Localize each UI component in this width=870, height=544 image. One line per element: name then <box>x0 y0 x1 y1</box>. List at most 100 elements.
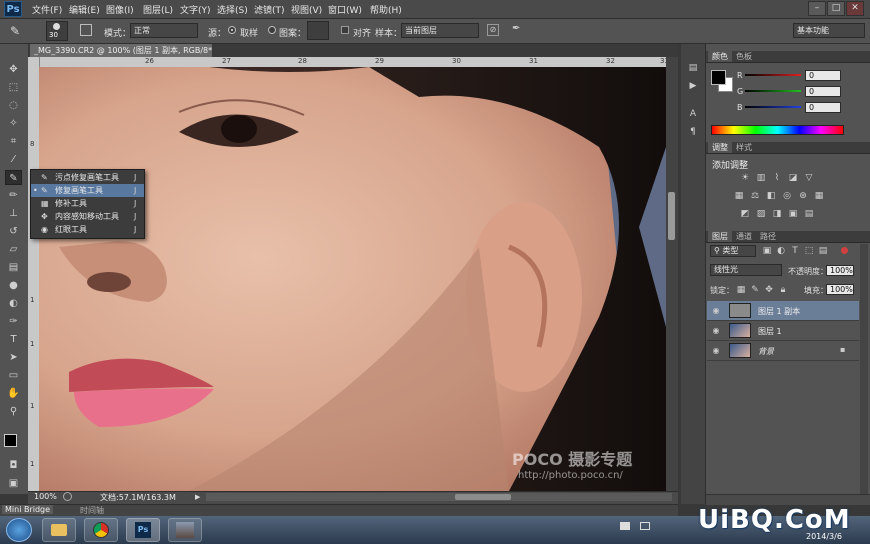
flyout-patch[interactable]: ▦ 修补工具 J <box>31 197 144 210</box>
flyout-red-eye[interactable]: ◉ 红眼工具 J <box>31 223 144 236</box>
menu-window[interactable]: 窗口(W) <box>328 3 362 16</box>
brightness-contrast-icon[interactable]: ☀ <box>740 173 750 183</box>
posterize-icon[interactable]: ▨ <box>756 209 766 219</box>
red-slider[interactable] <box>745 74 801 76</box>
paragraph-panel-icon[interactable]: ¶ <box>686 126 700 138</box>
document-canvas[interactable] <box>39 67 666 491</box>
tab-channels[interactable]: 通道 <box>732 231 756 242</box>
vertical-scroll-thumb[interactable] <box>668 192 675 240</box>
vibrance-icon[interactable]: ▽ <box>804 173 814 183</box>
move-tool-icon[interactable]: ✥ <box>5 62 22 77</box>
blue-slider[interactable] <box>745 106 801 108</box>
clone-stamp-tool-icon[interactable]: ⊥ <box>5 206 22 221</box>
red-value-field[interactable]: 0 <box>805 70 841 81</box>
lasso-tool-icon[interactable]: ◌ <box>5 98 22 113</box>
marquee-tool-icon[interactable]: ⬚ <box>5 80 22 95</box>
aligned-checkbox[interactable] <box>341 26 349 34</box>
lock-all-icon[interactable]: 🔒︎ <box>778 285 788 295</box>
mini-bridge-tab[interactable]: Mini Bridge <box>2 505 54 514</box>
color-lookup-icon[interactable]: ▦ <box>814 191 824 201</box>
flyout-spot-healing-brush[interactable]: ✎ 污点修复画笔工具 J <box>31 171 144 184</box>
visibility-eye-icon[interactable]: ◉ <box>711 341 721 360</box>
hue-saturation-icon[interactable]: ▦ <box>734 191 744 201</box>
brush-panel-toggle-icon[interactable] <box>80 24 92 36</box>
menu-image[interactable]: 图像(I) <box>106 3 134 16</box>
quick-mask-icon[interactable]: ◘ <box>5 458 22 473</box>
chrome-taskbar-button[interactable] <box>84 518 118 542</box>
explorer-taskbar-button[interactable] <box>42 518 76 542</box>
rectangle-tool-icon[interactable]: ▭ <box>5 368 22 383</box>
horizontal-scroll-thumb[interactable] <box>455 494 511 500</box>
zoom-level[interactable]: 100% <box>34 492 57 501</box>
lock-pixels-icon[interactable]: ✎ <box>750 285 760 295</box>
blur-tool-icon[interactable]: ● <box>5 278 22 293</box>
network-icon[interactable] <box>640 522 650 530</box>
mode-select[interactable]: 正常 <box>130 23 198 38</box>
invert-icon[interactable]: ◩ <box>740 209 750 219</box>
menu-filter[interactable]: 滤镜(T) <box>254 3 285 16</box>
curves-icon[interactable]: ⌇ <box>772 173 782 183</box>
menu-edit[interactable]: 编辑(E) <box>69 3 100 16</box>
panel-foreground-swatch[interactable] <box>711 70 726 85</box>
screen-mode-icon[interactable]: ▣ <box>5 476 22 491</box>
green-value-field[interactable]: 0 <box>805 86 841 97</box>
green-slider[interactable] <box>745 90 801 92</box>
filter-smart-object-icon[interactable]: ▤ <box>818 246 828 256</box>
pressure-size-icon[interactable]: ✒ <box>512 23 524 37</box>
blend-mode-select[interactable]: 线性光 <box>710 264 782 276</box>
character-panel-icon[interactable]: A <box>686 108 700 120</box>
tab-styles[interactable]: 样式 <box>732 142 756 153</box>
layers-scrollbar[interactable] <box>860 244 868 494</box>
tray-icon[interactable] <box>620 522 630 530</box>
start-button[interactable] <box>6 518 32 542</box>
zoom-tool-icon[interactable]: ⚲ <box>5 404 22 419</box>
tab-adjustments[interactable]: 调整 <box>708 142 732 153</box>
layer-filter-select[interactable]: ⚲ 类型 <box>710 245 756 257</box>
maximize-button[interactable]: □ <box>827 1 845 16</box>
menu-file[interactable]: 文件(F) <box>32 3 62 16</box>
color-balance-icon[interactable]: ⚖ <box>750 191 760 201</box>
visibility-eye-icon[interactable]: ◉ <box>711 321 721 340</box>
dodge-tool-icon[interactable]: ◐ <box>5 296 22 311</box>
threshold-icon[interactable]: ◨ <box>772 209 782 219</box>
foreground-color-swatch[interactable] <box>4 434 17 447</box>
menu-select[interactable]: 选择(S) <box>217 3 248 16</box>
source-pattern-radio[interactable] <box>268 26 276 34</box>
brush-preset-picker[interactable]: 30 <box>46 21 68 41</box>
document-tab[interactable]: _MG_3390.CR2 @ 100% (图层 1 副本, RGB/8*) * <box>30 44 212 57</box>
minimize-button[interactable]: – <box>808 1 826 16</box>
photo-filter-icon[interactable]: ◎ <box>782 191 792 201</box>
image-viewer-taskbar-button[interactable] <box>168 518 202 542</box>
fill-field[interactable]: 100% <box>826 284 854 295</box>
filter-toggle-icon[interactable] <box>841 247 848 254</box>
channel-mixer-icon[interactable]: ⊛ <box>798 191 808 201</box>
timeline-tab[interactable]: 时间轴 <box>80 505 104 516</box>
export-icon[interactable] <box>63 492 72 501</box>
history-panel-icon[interactable]: ▤ <box>686 62 700 74</box>
flyout-healing-brush[interactable]: • ✎ 修复画笔工具 J <box>31 184 144 197</box>
lock-position-icon[interactable]: ✥ <box>764 285 774 295</box>
menu-help[interactable]: 帮助(H) <box>370 3 402 16</box>
close-button[interactable]: ✕ <box>846 1 864 16</box>
selective-color-icon[interactable]: ▣ <box>788 209 798 219</box>
crop-tool-icon[interactable]: ⌗ <box>5 134 22 149</box>
menu-type[interactable]: 文字(Y) <box>180 3 211 16</box>
blue-value-field[interactable]: 0 <box>805 102 841 113</box>
photoshop-taskbar-button[interactable]: Ps <box>126 518 160 542</box>
levels-icon[interactable]: ▥ <box>756 173 766 183</box>
filter-type-icon[interactable]: T <box>790 246 800 256</box>
healing-brush-tool-button[interactable]: ✎ <box>5 170 22 185</box>
tab-layers[interactable]: 图层 <box>708 231 732 242</box>
hand-tool-icon[interactable]: ✋ <box>5 386 22 401</box>
ignore-adjustment-icon[interactable]: ⊘ <box>487 24 499 36</box>
pen-tool-icon[interactable]: ✑ <box>5 314 22 329</box>
color-spectrum-bar[interactable] <box>711 125 844 135</box>
eyedropper-tool-icon[interactable]: ⁄ <box>5 152 22 167</box>
tab-color[interactable]: 颜色 <box>708 51 732 62</box>
sample-select[interactable]: 当前图层 <box>401 23 479 38</box>
flyout-content-aware-move[interactable]: ✥ 内容感知移动工具 J <box>31 210 144 223</box>
pattern-picker[interactable] <box>307 21 329 40</box>
filter-shape-icon[interactable]: ⬚ <box>804 246 814 256</box>
black-white-icon[interactable]: ◧ <box>766 191 776 201</box>
brush-tool-icon[interactable]: ✏ <box>5 188 22 203</box>
